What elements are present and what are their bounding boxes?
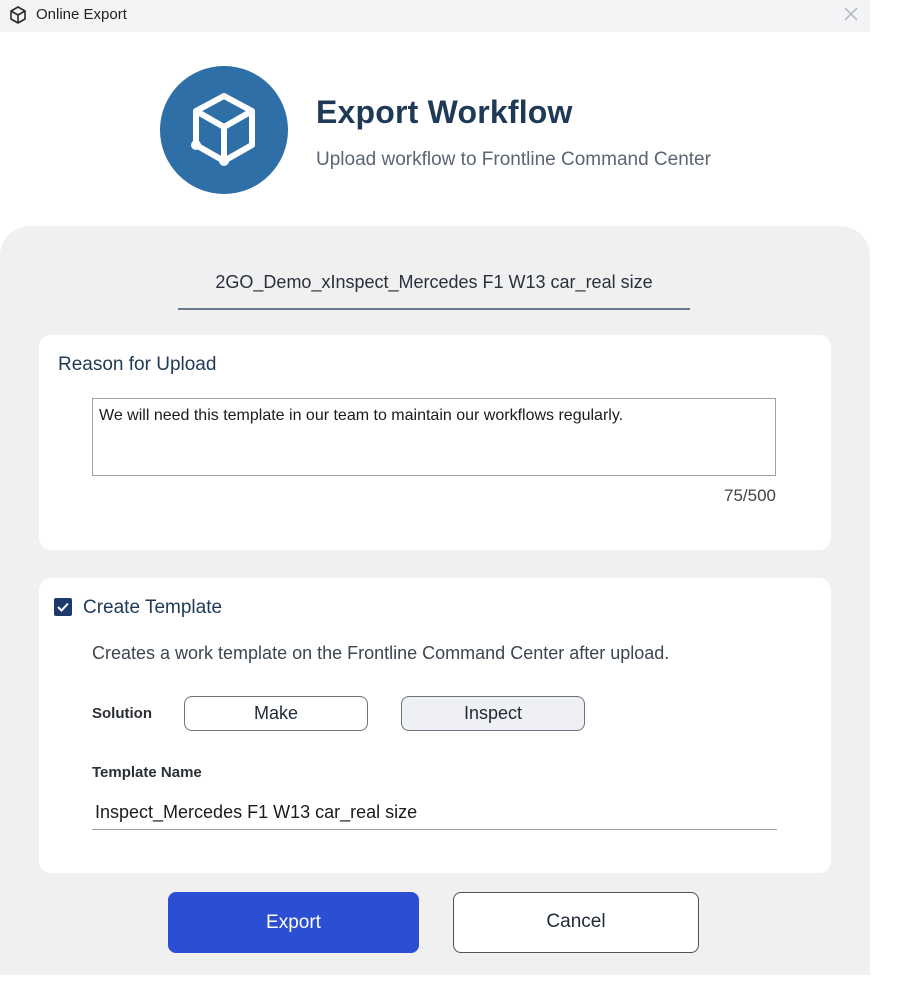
export-button[interactable]: Export — [168, 892, 419, 953]
checkmark-icon — [57, 602, 69, 612]
cancel-button[interactable]: Cancel — [453, 892, 699, 953]
solution-inspect-button[interactable]: Inspect — [401, 696, 585, 731]
solution-label: Solution — [92, 705, 152, 722]
reason-label: Reason for Upload — [58, 354, 217, 375]
title-bar: Online Export — [0, 0, 870, 32]
page-subtitle: Upload workflow to Frontline Command Cen… — [316, 149, 711, 170]
template-name-input[interactable] — [92, 796, 777, 830]
solution-make-button[interactable]: Make — [184, 696, 368, 731]
create-template-description: Creates a work template on the Frontline… — [92, 643, 670, 663]
cube-icon — [8, 5, 28, 25]
create-template-checkbox[interactable] — [54, 598, 72, 616]
online-export-window: Online Export Export Workflow Upload wor… — [0, 0, 870, 975]
create-template-label[interactable]: Create Template — [83, 597, 222, 619]
workflow-logo — [160, 66, 288, 194]
reason-textarea[interactable]: We will need this template in our team t… — [92, 398, 776, 476]
close-icon[interactable] — [840, 3, 862, 25]
character-counter: 75/500 — [724, 486, 776, 505]
cube-icon — [191, 93, 255, 166]
page-title: Export Workflow — [316, 94, 573, 130]
window-title: Online Export — [36, 6, 127, 23]
workflow-name-field[interactable]: 2GO_Demo_xInspect_Mercedes F1 W13 car_re… — [178, 268, 690, 310]
template-name-label: Template Name — [92, 764, 202, 781]
